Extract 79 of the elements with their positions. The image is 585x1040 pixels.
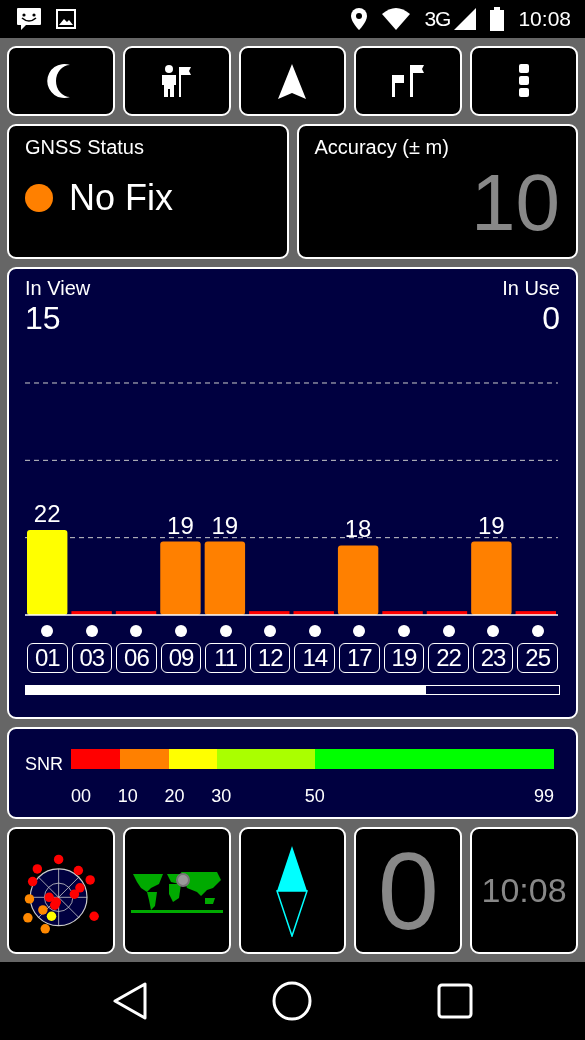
satellite-dot xyxy=(85,625,98,637)
snr-scale-label: 20 xyxy=(164,786,185,807)
toolbar-button[interactable] xyxy=(238,46,347,116)
satellite-dot xyxy=(442,625,455,637)
snr-value: 19 xyxy=(478,511,505,539)
snr-bar xyxy=(249,611,290,615)
navigation-arrow-icon xyxy=(277,63,308,99)
satellite-dot xyxy=(264,625,277,637)
snr-scale-label: 10 xyxy=(117,786,138,807)
snr-bar xyxy=(71,611,112,615)
satellite-id: 22 xyxy=(428,643,469,673)
satellite-dot xyxy=(175,625,188,637)
counter-value: 0 xyxy=(377,835,439,946)
message-icon xyxy=(16,7,42,31)
snr-scale-label: 00 xyxy=(71,786,92,807)
satellite-id: 01 xyxy=(27,643,68,673)
snr-bar xyxy=(426,611,468,615)
network-type: 3G xyxy=(424,7,451,31)
satellite-id: 23 xyxy=(472,643,514,673)
compass-needle-icon xyxy=(276,844,309,937)
dashboard-tile[interactable] xyxy=(122,827,231,954)
satellite-dot xyxy=(41,625,54,637)
satellite-dot xyxy=(219,625,232,637)
satellite-id: 12 xyxy=(249,643,291,673)
satellite-dot xyxy=(130,625,143,637)
snr-bar xyxy=(337,545,379,615)
back-icon[interactable] xyxy=(112,982,147,1020)
satellite-id: 09 xyxy=(160,643,202,673)
toolbar-button[interactable] xyxy=(122,46,231,116)
clock-time: 10:08 xyxy=(481,871,567,910)
flags-icon xyxy=(390,63,427,99)
snr-scale-label: 50 xyxy=(304,786,325,807)
snr-bar xyxy=(515,611,556,615)
dashboard-tile[interactable]: 0 xyxy=(354,827,463,954)
snr-bar xyxy=(382,611,423,615)
in-use-label: In Use xyxy=(502,277,560,300)
accuracy-value: 10 xyxy=(471,163,560,243)
in-use-count: 0 xyxy=(542,300,560,337)
snr-scale-label: 99 xyxy=(534,786,554,809)
image-icon xyxy=(56,9,76,29)
snr-value: 22 xyxy=(33,499,61,527)
snr-value: 19 xyxy=(211,511,239,539)
dashboard-tile[interactable] xyxy=(238,827,347,954)
satellite-id: 19 xyxy=(383,643,425,673)
recents-icon[interactable] xyxy=(436,983,473,1019)
snr-label: SNR xyxy=(25,754,63,776)
snr-bar xyxy=(293,611,334,615)
location-icon xyxy=(350,7,369,31)
in-view-count: 15 xyxy=(25,300,62,337)
satellite-dot xyxy=(531,625,544,637)
home-icon[interactable] xyxy=(271,981,312,1021)
satellite-id: 25 xyxy=(517,643,558,673)
toolbar-button[interactable] xyxy=(354,46,463,116)
more-icon xyxy=(518,63,531,99)
snr-value: 19 xyxy=(167,511,194,539)
dashboard-tile[interactable]: 10:08 xyxy=(470,827,578,954)
fix-status: No Fix xyxy=(69,177,173,219)
satellite-dot xyxy=(308,625,321,637)
snr-value: 18 xyxy=(344,515,372,543)
snr-scale-label: 30 xyxy=(211,786,232,807)
satellite-dot xyxy=(397,625,410,637)
in-view-label: In View xyxy=(25,277,91,300)
satellite-id: 06 xyxy=(116,643,157,673)
card-title: Accuracy (± m) xyxy=(314,136,450,159)
card-title: GNSS Status xyxy=(25,136,145,159)
satellite-dot xyxy=(353,625,366,637)
satellite-id: 14 xyxy=(294,643,336,673)
signal-icon xyxy=(454,8,477,30)
snr-bar xyxy=(115,611,157,615)
satellite-dot xyxy=(487,625,500,637)
satellite-id: 03 xyxy=(71,643,113,673)
satellite-id: 11 xyxy=(205,643,246,673)
dashboard-tile[interactable] xyxy=(7,827,115,954)
satellite-id: 17 xyxy=(339,643,380,673)
toolbar-button[interactable] xyxy=(470,46,578,116)
status-time: 10:08 xyxy=(518,7,571,31)
toolbar-button[interactable] xyxy=(7,46,115,116)
wifi-icon xyxy=(382,8,411,30)
battery-icon xyxy=(490,7,505,31)
